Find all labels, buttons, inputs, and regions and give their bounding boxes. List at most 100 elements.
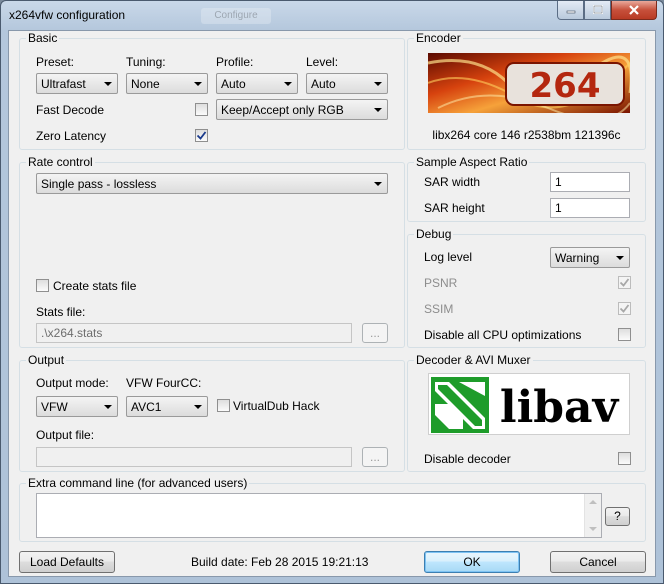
output-mode-dropdown[interactable]: VFW <box>36 396 118 417</box>
x264-logo: 264 <box>428 53 630 113</box>
debug-group-title: Debug <box>414 227 454 241</box>
output-mode-label: Output mode: <box>36 376 109 390</box>
cancel-button[interactable]: Cancel <box>550 551 646 573</box>
profile-label: Profile: <box>216 55 254 69</box>
chevron-down-icon <box>104 82 112 86</box>
chevron-down-icon <box>284 82 292 86</box>
disable-cpu-optimizations-label: Disable all CPU optimizations <box>424 328 582 342</box>
chevron-down-icon <box>104 405 112 409</box>
log-level-label: Log level <box>424 250 473 264</box>
sar-height-label: SAR height <box>424 201 485 215</box>
zero-latency-label: Zero Latency <box>36 129 107 143</box>
output-group-title: Output <box>26 353 67 367</box>
chevron-down-icon <box>194 82 202 86</box>
virtualdub-hack-checkbox[interactable] <box>217 399 230 412</box>
create-stats-file-label: Create stats file <box>53 279 137 293</box>
sar-width-input[interactable]: 1 <box>550 172 630 192</box>
profile-value: Auto <box>221 77 246 91</box>
vfw-fourcc-dropdown[interactable]: AVC1 <box>126 396 208 417</box>
scroll-down-icon[interactable] <box>589 527 597 531</box>
minimize-icon <box>566 10 575 14</box>
ssim-label: SSIM <box>424 302 454 316</box>
output-file-browse-button[interactable]: ... <box>362 447 388 467</box>
libav-logo: libav <box>428 373 630 435</box>
decoder-group-title: Decoder & AVI Muxer <box>414 353 533 367</box>
preset-dropdown[interactable]: Ultrafast <box>36 73 118 94</box>
x264-logo-graphic: 264 <box>428 53 630 113</box>
colorspace-dropdown[interactable]: Keep/Accept only RGB <box>216 99 388 120</box>
close-button[interactable] <box>611 1 657 20</box>
colorspace-value: Keep/Accept only RGB <box>221 103 344 117</box>
create-stats-file-checkbox[interactable] <box>36 279 49 292</box>
output-file-label: Output file: <box>36 428 95 442</box>
debug-group: Debug Log level Warning PSNR SSIM Disabl… <box>407 227 646 348</box>
maximize-button[interactable] <box>584 1 611 20</box>
titlebar[interactable]: x264vfw configuration Configure <box>1 1 663 29</box>
checkmark-icon <box>619 278 630 287</box>
load-defaults-button[interactable]: Load Defaults <box>19 551 115 573</box>
scroll-up-icon[interactable] <box>589 500 597 504</box>
stats-file-browse-button[interactable]: ... <box>362 323 388 343</box>
minimize-button[interactable] <box>557 1 584 20</box>
chevron-down-icon <box>374 82 382 86</box>
ok-button[interactable]: OK <box>424 551 520 573</box>
virtualdub-hack-label: VirtualDub Hack <box>233 399 320 413</box>
log-level-value: Warning <box>555 251 600 265</box>
fast-decode-label: Fast Decode <box>36 103 105 117</box>
profile-dropdown[interactable]: Auto <box>216 73 298 94</box>
close-icon <box>629 5 639 15</box>
preset-value: Ultrafast <box>41 77 86 91</box>
psnr-checkbox[interactable] <box>618 276 631 289</box>
vfw-fourcc-value: AVC1 <box>131 400 162 414</box>
libav-logo-text: libav <box>500 382 620 433</box>
level-dropdown[interactable]: Auto <box>306 73 388 94</box>
dialog-client-area: Basic Preset: Tuning: Profile: Level: Ul… <box>8 30 656 577</box>
extra-command-line-input[interactable] <box>36 493 602 538</box>
libav-logo-graphic: libav <box>431 377 620 433</box>
encoder-group: Encoder 264 libx264 core 146 r2538bm 121… <box>407 31 646 150</box>
decoder-group: Decoder & AVI Muxer libav Disable decode… <box>407 353 646 472</box>
rate-control-group-title: Rate control <box>26 155 95 169</box>
rate-control-mode-dropdown[interactable]: Single pass - lossless <box>36 173 388 194</box>
chevron-down-icon <box>374 182 382 186</box>
background-window-ghost: Configure <box>201 8 271 24</box>
chevron-down-icon <box>374 108 382 112</box>
sar-group-title: Sample Aspect Ratio <box>414 155 530 169</box>
caption-buttons <box>557 1 657 20</box>
maximize-icon <box>592 5 603 14</box>
output-file-input[interactable] <box>36 447 352 467</box>
tuning-dropdown[interactable]: None <box>126 73 208 94</box>
ssim-checkbox[interactable] <box>618 302 631 315</box>
disable-decoder-checkbox[interactable] <box>618 452 631 465</box>
preset-label: Preset: <box>36 55 75 69</box>
stats-file-label: Stats file: <box>36 305 86 319</box>
sar-group: Sample Aspect Ratio SAR width 1 SAR heig… <box>407 155 646 222</box>
output-group: Output Output mode: VFW FourCC: VFW AVC1… <box>19 353 405 472</box>
help-button[interactable]: ? <box>605 507 630 526</box>
window: x264vfw configuration Configure Basic Pr… <box>0 0 664 584</box>
extra-command-line-scrollbar[interactable] <box>584 494 601 537</box>
chevron-down-icon <box>194 405 202 409</box>
x264-logo-text: 264 <box>530 66 601 106</box>
encoder-version: libx264 core 146 r2538bm 121396c <box>432 128 621 142</box>
vfw-fourcc-label: VFW FourCC: <box>126 376 202 390</box>
level-label: Level: <box>306 55 339 69</box>
checkmark-icon <box>196 131 207 140</box>
extra-command-line-group: Extra command line (for advanced users) … <box>19 476 646 542</box>
disable-cpu-optimizations-checkbox[interactable] <box>618 328 631 341</box>
sar-width-label: SAR width <box>424 175 481 189</box>
extra-command-line-title: Extra command line (for advanced users) <box>26 476 250 490</box>
basic-group-title: Basic <box>26 31 60 45</box>
zero-latency-checkbox[interactable] <box>195 129 208 142</box>
fast-decode-checkbox[interactable] <box>195 103 208 116</box>
encoder-group-title: Encoder <box>414 31 463 45</box>
output-mode-value: VFW <box>41 400 68 414</box>
disable-decoder-label: Disable decoder <box>424 452 511 466</box>
log-level-dropdown[interactable]: Warning <box>550 247 630 268</box>
build-date: Build date: Feb 28 2015 19:21:13 <box>191 555 369 569</box>
tuning-label: Tuning: <box>126 55 166 69</box>
stats-file-input[interactable]: .\x264.stats <box>36 323 352 343</box>
tuning-value: None <box>131 77 160 91</box>
checkmark-icon <box>619 304 630 313</box>
sar-height-input[interactable]: 1 <box>550 198 630 218</box>
